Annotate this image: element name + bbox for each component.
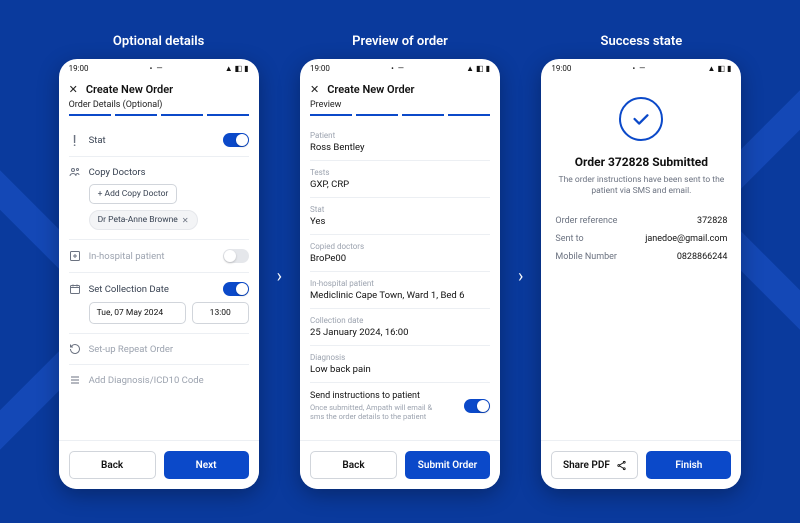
- next-button[interactable]: Next: [164, 451, 249, 479]
- back-button[interactable]: Back: [310, 451, 397, 479]
- collection-toggle[interactable]: [223, 282, 249, 296]
- status-indicators-icon: ▲ ◧ ▮: [708, 64, 732, 73]
- status-indicators-icon: ▲ ◧ ▮: [466, 64, 490, 73]
- send-instructions-toggle[interactable]: [464, 399, 490, 413]
- share-pdf-label: Share PDF: [563, 460, 610, 471]
- kv-key: Mobile Number: [555, 252, 617, 262]
- status-indicators-icon: ▲ ◧ ▮: [225, 64, 249, 73]
- status-time: 19:00: [310, 64, 330, 73]
- status-camera-icon: • —: [632, 64, 646, 73]
- in-hospital-toggle[interactable]: [223, 249, 249, 263]
- kv-value: janedoe@gmail.com: [645, 234, 727, 244]
- check-circle-icon: [619, 97, 663, 141]
- send-instructions-sub: Once submitted, Ampath will email & sms …: [310, 403, 440, 421]
- status-time: 19:00: [69, 64, 89, 73]
- doctor-chip[interactable]: Dr Peta-Anne Browne ✕: [89, 210, 198, 230]
- column-label-success: Success state: [601, 34, 683, 49]
- field-label: In-hospital patient: [310, 279, 490, 288]
- share-icon: [616, 460, 627, 471]
- plus-square-icon: [69, 250, 81, 262]
- copy-doctors-label: Copy Doctors: [89, 167, 146, 178]
- phone-optional: 19:00 • — ▲ ◧ ▮ ✕ Create New Order Order…: [59, 59, 259, 489]
- field-label: Copied doctors: [310, 242, 490, 251]
- phone-success: 19:00 • — ▲ ◧ ▮ Order 372828 Submitted T…: [541, 59, 741, 489]
- calendar-icon: [69, 283, 81, 295]
- field-label: Diagnosis: [310, 353, 490, 362]
- submit-order-button[interactable]: Submit Order: [405, 451, 490, 479]
- list-icon: [69, 374, 81, 386]
- phone-preview: 19:00 • — ▲ ◧ ▮ ✕ Create New Order Previ…: [300, 59, 500, 489]
- success-subtitle: The order instructions have been sent to…: [555, 175, 727, 198]
- kv-value: 0828866244: [677, 252, 728, 262]
- collection-time-field[interactable]: 13:00: [192, 302, 249, 324]
- column-label-optional: Optional details: [113, 34, 204, 49]
- back-button[interactable]: Back: [69, 451, 156, 479]
- chevron-right-icon: ›: [518, 266, 523, 287]
- close-icon[interactable]: ✕: [310, 83, 319, 96]
- field-value: Ross Bentley: [310, 142, 490, 153]
- status-camera-icon: • —: [150, 64, 164, 73]
- field-value: Low back pain: [310, 364, 490, 375]
- kv-key: Sent to: [555, 234, 583, 244]
- field-value: Mediclinic Cape Town, Ward 1, Bed 6: [310, 290, 490, 301]
- success-title: Order 372828 Submitted: [575, 155, 708, 169]
- share-pdf-button[interactable]: Share PDF: [551, 451, 638, 479]
- repeat-label: Set-up Repeat Order: [89, 344, 174, 355]
- subheader: Order Details (Optional): [59, 100, 259, 114]
- status-bar: 19:00 • — ▲ ◧ ▮: [541, 59, 741, 77]
- field-value: BroPe00: [310, 253, 490, 264]
- field-value: Yes: [310, 216, 490, 227]
- collection-date-field[interactable]: Tue, 07 May 2024: [89, 302, 186, 324]
- finish-button[interactable]: Finish: [646, 451, 731, 479]
- collection-date-label: Set Collection Date: [89, 284, 169, 295]
- subheader: Preview: [300, 100, 500, 114]
- send-instructions-title: Send instructions to patient: [310, 391, 440, 401]
- chevron-right-icon: ›: [277, 266, 282, 287]
- field-label: Tests: [310, 168, 490, 177]
- status-time: 19:00: [551, 64, 571, 73]
- add-copy-doctor-button[interactable]: + Add Copy Doctor: [89, 184, 178, 204]
- people-icon: [69, 166, 81, 178]
- progress-bar: [59, 114, 259, 124]
- exclamation-icon: !: [69, 134, 81, 146]
- page-title: Create New Order: [86, 83, 173, 96]
- in-hospital-label: In-hospital patient: [89, 251, 165, 262]
- stat-label: Stat: [89, 135, 106, 146]
- progress-bar: [300, 114, 500, 124]
- page-title: Create New Order: [327, 83, 414, 96]
- repeat-icon: [69, 343, 81, 355]
- doctor-chip-label: Dr Peta-Anne Browne: [98, 215, 178, 225]
- diagnosis-label: Add Diagnosis/ICD10 Code: [89, 375, 204, 386]
- status-bar: 19:00 • — ▲ ◧ ▮: [59, 59, 259, 77]
- field-value: 25 January 2024, 16:00: [310, 327, 490, 338]
- field-label: Stat: [310, 205, 490, 214]
- field-label: Collection date: [310, 316, 490, 325]
- field-value: GXP, CRP: [310, 179, 490, 190]
- column-label-preview: Preview of order: [352, 34, 448, 49]
- status-bar: 19:00 • — ▲ ◧ ▮: [300, 59, 500, 77]
- field-label: Patient: [310, 131, 490, 140]
- kv-value: 372828: [697, 216, 727, 226]
- close-icon[interactable]: ✕: [69, 83, 78, 96]
- status-camera-icon: • —: [391, 64, 405, 73]
- chip-remove-icon[interactable]: ✕: [182, 216, 189, 225]
- stat-toggle[interactable]: [223, 133, 249, 147]
- kv-key: Order reference: [555, 216, 617, 226]
